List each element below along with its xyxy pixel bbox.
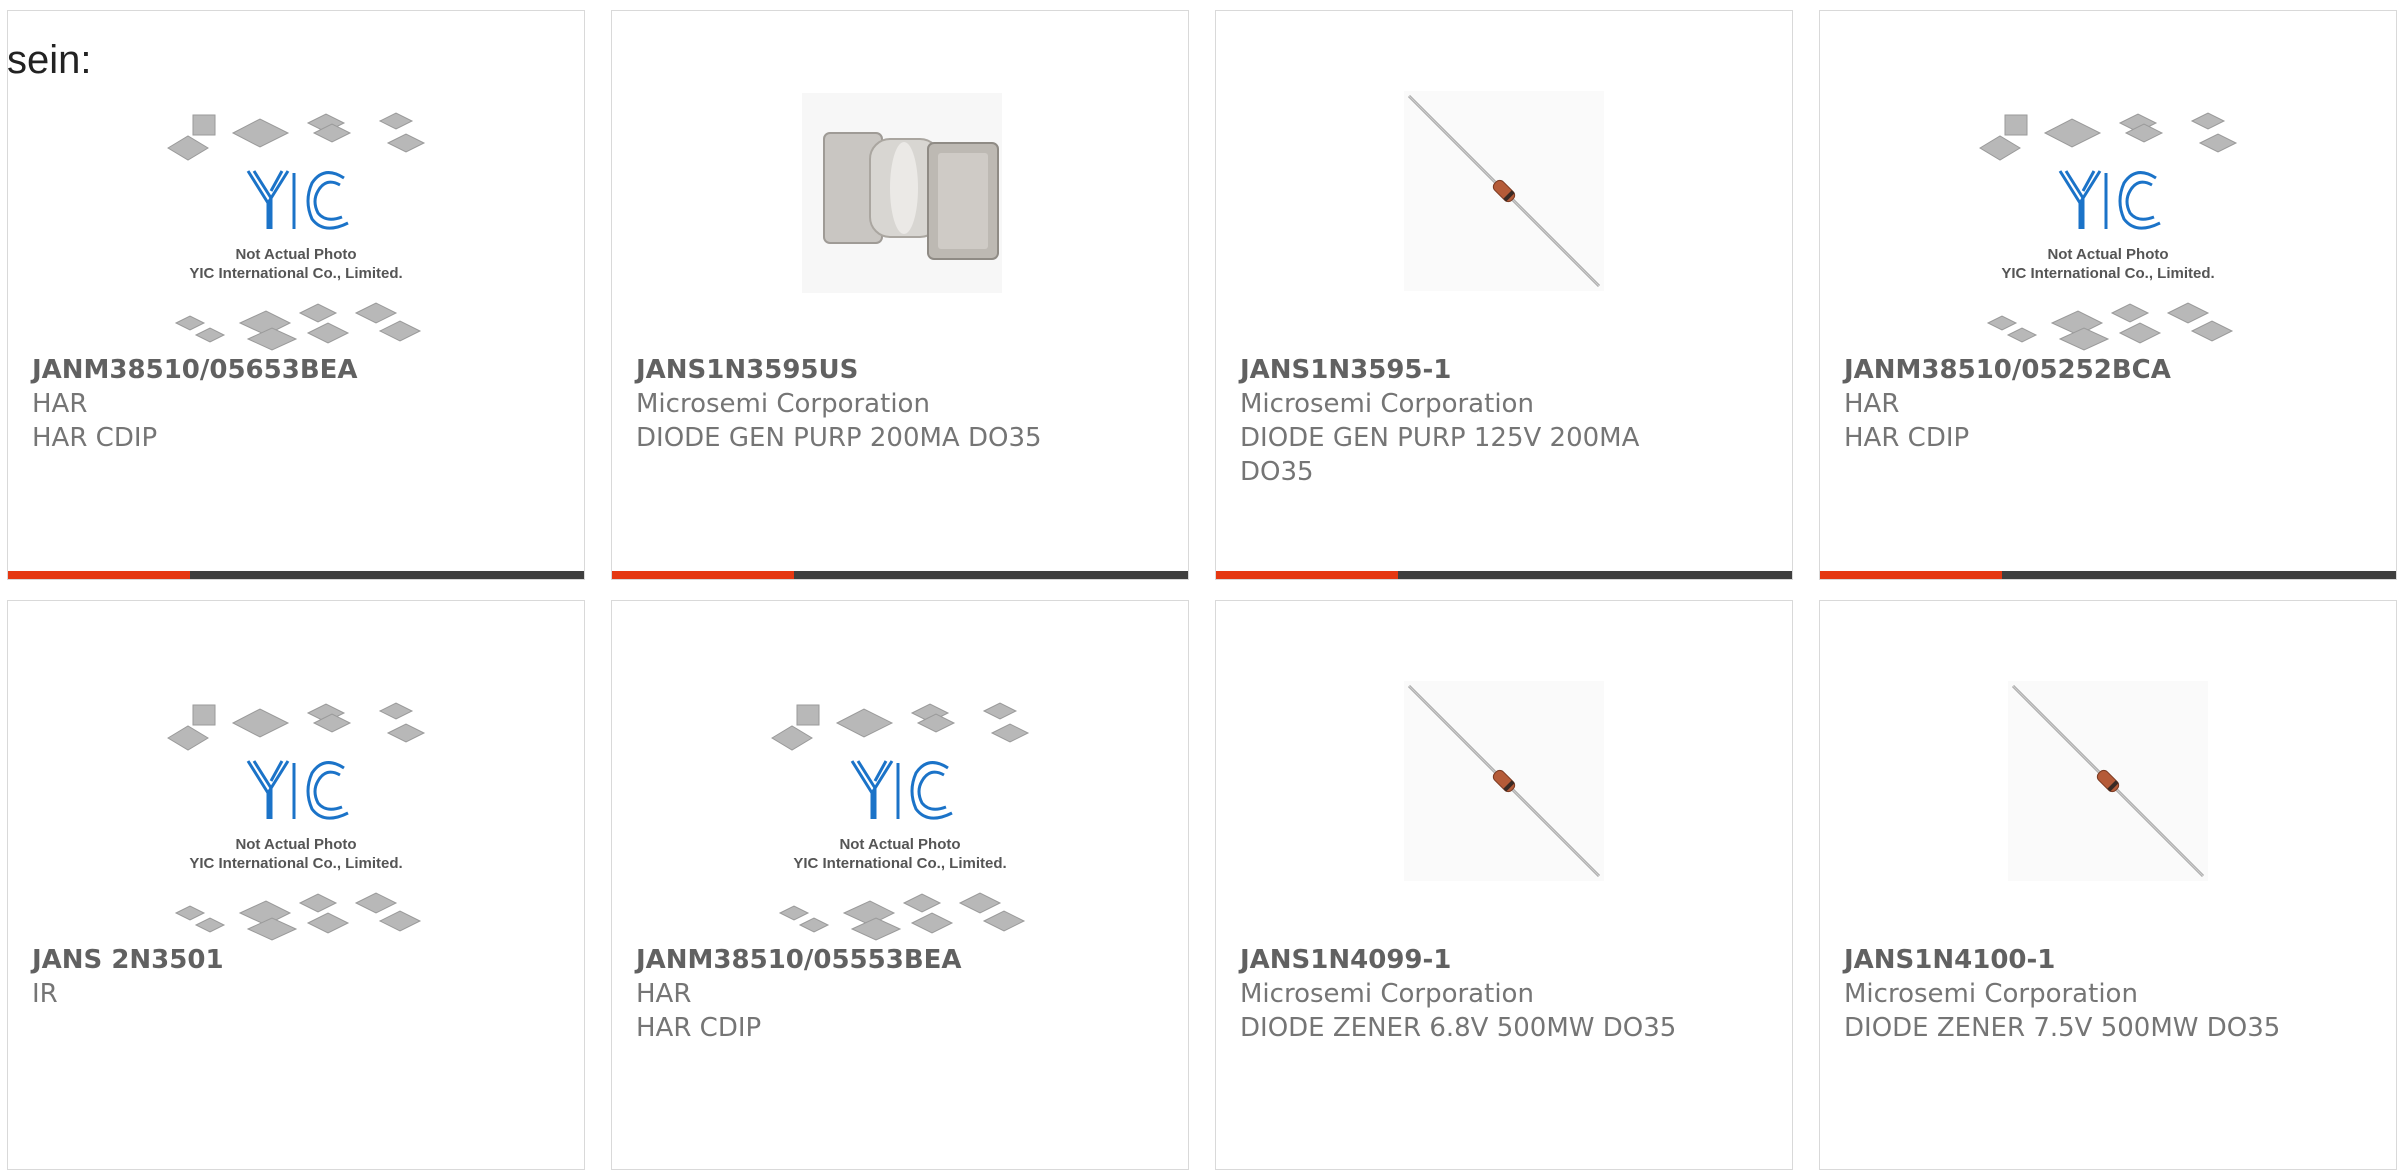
card-bar (612, 571, 1188, 579)
manufacturer: Microsemi Corporation (1240, 389, 1534, 419)
description: DIODE ZENER 7.5V 500MW DO35 (1844, 1013, 2281, 1043)
svg-text:Not Actual Photo: Not Actual Photo (2047, 246, 2168, 263)
product-image[interactable] (1820, 663, 2396, 943)
card-bar (8, 571, 584, 579)
product-card[interactable]: Not Actual Photo YIC International Co., … (7, 10, 585, 580)
product-image[interactable] (612, 73, 1188, 353)
description: HAR CDIP (32, 423, 158, 453)
manufacturer: IR (32, 979, 58, 1009)
part-number[interactable]: JANM38510/05252BCA (1844, 353, 2372, 387)
card-bar-accent (1216, 571, 1398, 579)
product-card[interactable]: JANS1N3595-1 Microsemi Corporation DIODE… (1215, 10, 1793, 580)
product-grid: Not Actual Photo YIC International Co., … (0, 0, 2400, 1170)
description: DIODE GEN PURP 200MA DO35 (636, 423, 1042, 453)
product-image[interactable] (1216, 73, 1792, 353)
chip-placeholder-icon: Not Actual Photo YIC International Co., … (771, 702, 1030, 941)
product-image[interactable]: Not Actual Photo YIC International Co., … (8, 663, 584, 943)
axial-diode-icon (2008, 681, 2208, 881)
svg-text:YIC International Co., Limited: YIC International Co., Limited. (2001, 265, 2214, 282)
product-card[interactable]: JANS1N3595US Microsemi Corporation DIODE… (611, 10, 1189, 580)
manufacturer: HAR (636, 979, 692, 1009)
product-card[interactable]: Not Actual Photo YIC International Co., … (7, 600, 585, 1170)
svg-text:YIC International Co., Limited: YIC International Co., Limited. (189, 265, 402, 282)
product-card[interactable]: Not Actual Photo YIC International Co., … (611, 600, 1189, 1170)
lead-text: sein: (7, 38, 92, 82)
description: HAR CDIP (1844, 423, 1970, 453)
chip-placeholder-icon: Not Actual Photo YIC International Co., … (167, 112, 426, 351)
description: DIODE GEN PURP 125V 200MA (1240, 423, 1640, 453)
part-number[interactable]: JANS1N3595-1 (1240, 353, 1768, 387)
manufacturer: Microsemi Corporation (636, 389, 930, 419)
description: HAR CDIP (636, 1013, 762, 1043)
product-image[interactable] (1216, 663, 1792, 943)
manufacturer: HAR (1844, 389, 1900, 419)
card-bar (1216, 571, 1792, 579)
part-number[interactable]: JANM38510/05553BEA (636, 943, 1164, 977)
part-number[interactable]: JANS 2N3501 (32, 943, 560, 977)
svg-text:Not Actual Photo: Not Actual Photo (235, 246, 356, 263)
product-card[interactable]: JANS1N4100-1 Microsemi Corporation DIODE… (1819, 600, 2397, 1170)
card-bar (1820, 571, 2396, 579)
svg-text:Not Actual Photo: Not Actual Photo (839, 836, 960, 853)
description-continued: DO35 (1240, 457, 1314, 487)
axial-diode-icon (1404, 91, 1604, 291)
product-card[interactable]: Not Actual Photo YIC International Co., … (1819, 10, 2397, 580)
chip-placeholder-icon: Not Actual Photo YIC International Co., … (1979, 112, 2238, 351)
svg-text:YIC International Co., Limited: YIC International Co., Limited. (189, 855, 402, 872)
smd-diode-icon (802, 93, 1002, 293)
card-bar-accent (612, 571, 794, 579)
part-number[interactable]: JANM38510/05653BEA (32, 353, 560, 387)
part-number[interactable]: JANS1N4099-1 (1240, 943, 1768, 977)
manufacturer: HAR (32, 389, 88, 419)
product-image[interactable]: Not Actual Photo YIC International Co., … (612, 663, 1188, 943)
card-bar-accent (1820, 571, 2002, 579)
part-number[interactable]: JANS1N3595US (636, 353, 1164, 387)
manufacturer: Microsemi Corporation (1844, 979, 2138, 1009)
svg-text:YIC International Co., Limited: YIC International Co., Limited. (793, 855, 1006, 872)
product-image[interactable]: Not Actual Photo YIC International Co., … (8, 73, 584, 353)
part-number[interactable]: JANS1N4100-1 (1844, 943, 2372, 977)
manufacturer: Microsemi Corporation (1240, 979, 1534, 1009)
description: DIODE ZENER 6.8V 500MW DO35 (1240, 1013, 1677, 1043)
product-image[interactable]: Not Actual Photo YIC International Co., … (1820, 73, 2396, 353)
product-card[interactable]: JANS1N4099-1 Microsemi Corporation DIODE… (1215, 600, 1793, 1170)
card-bar-accent (8, 571, 190, 579)
chip-placeholder-icon: Not Actual Photo YIC International Co., … (167, 702, 426, 941)
axial-diode-icon (1404, 681, 1604, 881)
svg-text:Not Actual Photo: Not Actual Photo (235, 836, 356, 853)
